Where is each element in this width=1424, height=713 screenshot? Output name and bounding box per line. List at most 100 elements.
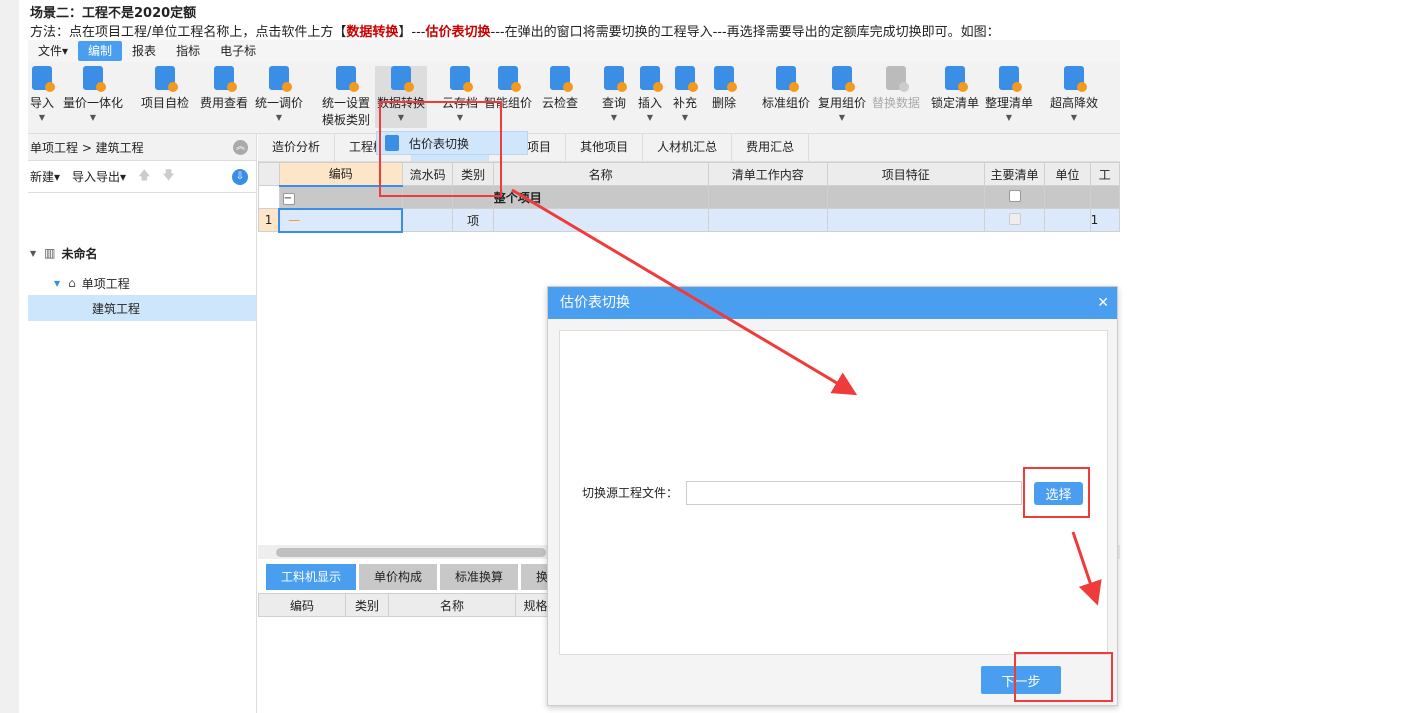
dropdown-arrow-icon[interactable]: ▼ (985, 113, 1033, 122)
dropdown-arrow-icon[interactable]: ▼ (1050, 113, 1098, 122)
doc-description: 方法：点在项目工程/单位工程名称上，点击软件上方【数据转换】---估价表切换--… (30, 21, 1000, 40)
move-up-icon[interactable]: 🡅 (138, 166, 150, 187)
cell[interactable] (492, 208, 709, 232)
toolbar-icon (82, 66, 106, 92)
cell (826, 185, 985, 209)
new-button[interactable]: 新建▾ (30, 168, 60, 185)
menu-2[interactable]: 报表 (122, 41, 166, 61)
toolbar-button-15[interactable]: 复用组价 ▼ (818, 66, 866, 122)
tree-label: 未命名 (61, 246, 98, 261)
cell[interactable] (401, 208, 454, 232)
toolbar-button-2[interactable]: 项目自检 (141, 66, 189, 111)
move-down-icon[interactable]: 🡇 (162, 166, 174, 187)
dropdown-arrow-icon[interactable]: ▼ (255, 113, 303, 122)
type-cell[interactable]: 项 (452, 208, 494, 232)
dropdown-arrow-icon[interactable]: ▼ (63, 113, 123, 122)
toolbar-label: 费用查看 (199, 96, 249, 110)
dropdown-arrow-icon[interactable]: ▼ (818, 113, 866, 122)
toolbar-icon (775, 66, 799, 92)
toolbar-icon (831, 66, 855, 92)
row-num-header (258, 162, 280, 186)
tree-item-single[interactable]: ▼ ⌂ 单项工程 (28, 270, 256, 296)
toolbar-button-13[interactable]: 删除 (711, 66, 737, 111)
toolbar-icon (390, 66, 414, 92)
toolbar-button-4[interactable]: 统一调价 ▼ (255, 66, 303, 122)
import-export-button[interactable]: 导入导出▾ (72, 168, 126, 185)
toolbar-icon (213, 66, 237, 92)
cell[interactable]: 1 (1089, 208, 1120, 232)
tree-label: 单项工程 (81, 276, 130, 291)
toolbar-button-12[interactable]: 补充 ▼ (673, 66, 698, 122)
collapse-icon[interactable]: ︽ (233, 140, 248, 155)
toolbar-button-11[interactable]: 插入 ▼ (638, 66, 663, 122)
col-header[interactable]: 名称 (388, 593, 516, 617)
toolbar-label: 查询 (601, 96, 627, 110)
toolbar-button-3[interactable]: 费用查看 (200, 66, 248, 111)
toolbar-button-5[interactable]: 统一设置 模板类别 (322, 66, 370, 128)
toolbar-button-0[interactable]: 导入 ▼ (30, 66, 55, 122)
toolbar-label: 云检查 (541, 96, 579, 110)
cell[interactable] (1044, 208, 1091, 232)
col-header[interactable]: 类别 (345, 593, 389, 617)
tab-0[interactable]: 造价分析 (258, 134, 336, 161)
code-cell[interactable]: — (278, 207, 404, 233)
cell (258, 185, 280, 209)
bottom-tab-0[interactable]: 工料机显示 (266, 564, 357, 590)
bottom-tab-1[interactable]: 单价构成 (359, 564, 438, 590)
source-file-input[interactable] (686, 481, 1022, 505)
dropdown-arrow-icon[interactable]: ▼ (673, 113, 697, 122)
toolbar-label: 统一调价 (254, 96, 304, 110)
col-header[interactable]: 单位 (1044, 162, 1091, 186)
menu-4[interactable]: 电子标 (210, 41, 266, 61)
table-row[interactable]: 1 — 项 1 (258, 207, 1120, 233)
toolbar-button-10[interactable]: 查询 ▼ (601, 66, 627, 122)
dropdown-arrow-icon[interactable]: ▼ (30, 113, 54, 122)
toolbar-icon (335, 66, 359, 92)
expand-icon[interactable]: ▼ (30, 249, 36, 258)
menu-3[interactable]: 指标 (166, 41, 210, 61)
toolbar-button-16[interactable]: 替换数据 (872, 66, 920, 111)
col-header[interactable]: 工 (1089, 162, 1120, 186)
toolbar-label: 统一设置 (321, 96, 371, 110)
toolbar-button-17[interactable]: 锁定清单 (931, 66, 979, 111)
scroll-thumb[interactable] (276, 548, 546, 557)
toolbar-label: 删除 (711, 96, 737, 110)
collapse-toggle[interactable]: − (282, 192, 295, 205)
col-header[interactable]: 项目特征 (826, 162, 985, 186)
menu-0[interactable]: 文件▾ (28, 41, 78, 61)
tree-item-root[interactable]: ▼ ▥ 未命名 (28, 240, 256, 266)
download-icon[interactable]: ⇩ (232, 169, 248, 185)
desc-text: 】--- (398, 25, 426, 40)
col-header[interactable]: 编码 (258, 593, 346, 617)
cell[interactable] (826, 208, 985, 232)
col-header[interactable]: 清单工作内容 (707, 162, 828, 186)
tab-6[interactable]: 费用汇总 (732, 134, 810, 161)
toolbar-button-18[interactable]: 整理清单 ▼ (985, 66, 1033, 122)
toolbar-button-19[interactable]: 超高降效 ▼ (1050, 66, 1098, 122)
menu-1[interactable]: 编制 (78, 41, 123, 61)
toolbar-icon (154, 66, 178, 92)
col-header[interactable]: 主要清单 (983, 162, 1046, 186)
dropdown-arrow-icon[interactable]: ▼ (602, 113, 626, 122)
toolbar-button-14[interactable]: 标准组价 (762, 66, 810, 111)
dropdown-arrow-icon[interactable]: ▼ (638, 113, 662, 122)
toolbar-button-9[interactable]: 云检查 (542, 66, 578, 111)
desc-highlight: 估价表切换 (425, 25, 491, 40)
annotation-highlight (379, 101, 502, 197)
tree-item-building[interactable]: 建筑工程 (28, 295, 256, 321)
toolbar-button-1[interactable]: 量价一体化 ▼ (63, 66, 123, 122)
toolbar-label: 超高降效 (1049, 96, 1099, 110)
col-header[interactable]: 名称 (492, 162, 709, 186)
cell[interactable] (707, 208, 828, 232)
close-icon[interactable]: ✕ (1097, 287, 1109, 319)
breadcrumb-text: 单项工程 > 建筑工程 (30, 140, 144, 155)
main-list-checkbox[interactable] (1008, 212, 1021, 225)
page-margin (0, 0, 19, 713)
menu-bar: 文件▾ 编制 报表 指标 电子标 (28, 40, 1120, 62)
desc-text: 方法：点在项目工程/单位工程名称上，点击软件上方【 (30, 25, 347, 40)
bottom-tab-2[interactable]: 标准换算 (440, 564, 519, 590)
tab-5[interactable]: 人材机汇总 (643, 134, 733, 161)
main-list-checkbox[interactable] (1008, 189, 1021, 202)
tab-4[interactable]: 其他项目 (566, 134, 644, 161)
expand-icon[interactable]: ▼ (54, 279, 60, 288)
